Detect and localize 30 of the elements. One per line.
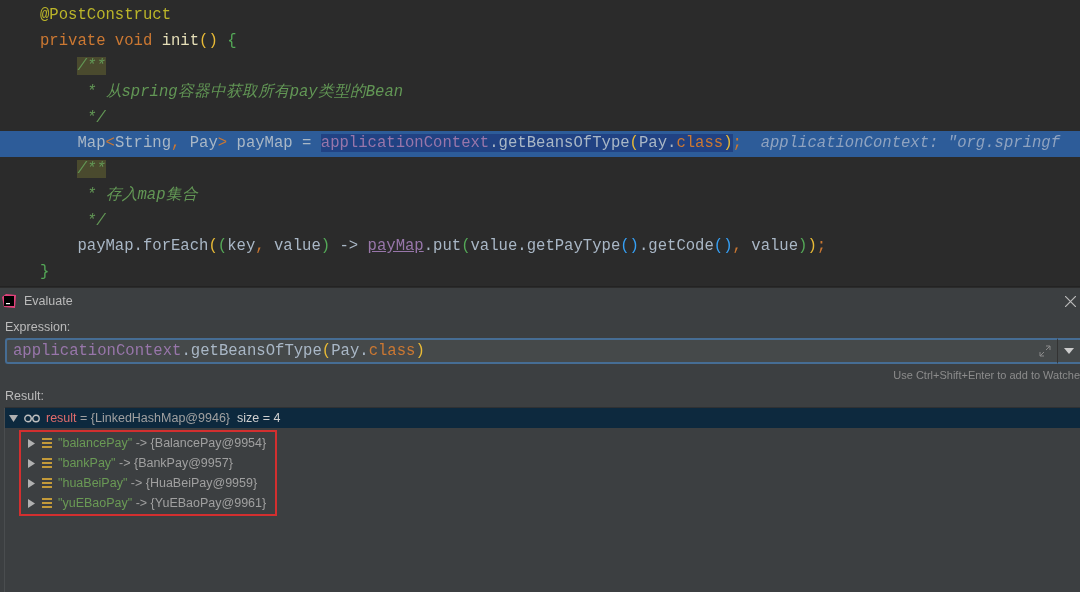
tree-node-label[interactable]: "yuEBaoPay" -> {YuEBaoPay@9961} [58,496,267,510]
code-line: private void init() { [40,30,237,52]
code-line: */ [85,107,106,129]
tree-node-label[interactable]: "balancePay" -> {BalancePay@9954} [58,436,267,450]
close-icon[interactable] [1065,295,1076,307]
glasses-icon [24,413,40,423]
entry-icon [42,478,52,488]
expand-icon[interactable] [1039,345,1051,357]
expression-label: Expression: [4,319,72,336]
tree-node-label[interactable]: "huaBeiPay" -> {HuaBeiPay@9959} [58,476,258,490]
code-line: * 从spring容器中获取所有pay类型的Bean [85,82,404,104]
entry-icon [42,498,52,508]
dialog-title: Evaluate [24,294,74,308]
entry-icon [42,458,52,468]
shortcut-hint: Use Ctrl+Shift+Enter to add to Watche [893,368,1080,383]
tree-node-label[interactable]: "bankPay" -> {BankPay@9957} [58,456,233,470]
code-line: } [40,261,50,283]
expression-field[interactable]: applicationContext.getBeansOfType(Pay.class) [5,338,1058,364]
code-line: @PostConstruct [40,5,171,26]
tree-node-label[interactable]: result = {LinkedHashMap@9946} size = 4 [46,411,281,425]
caret-icon [1064,348,1074,354]
code-line: payMap.forEach((key, value) -> payMap.put(value.getPayType().getCode(), value)); [76,236,827,258]
entry-icon [42,438,52,448]
result-label: Result: [4,388,45,405]
expand-arrow-icon[interactable] [9,413,18,423]
history-dropdown-button[interactable] [1058,338,1080,364]
code-line: Map<String, Pay> payMap = applicationContext.getBeansOfType(Pay.class); applicationContext: "org.springf [76,133,1061,155]
code-line: */ [85,210,106,232]
app-logo-icon [2,294,16,308]
code-line: * 存入map集合 [85,184,198,206]
